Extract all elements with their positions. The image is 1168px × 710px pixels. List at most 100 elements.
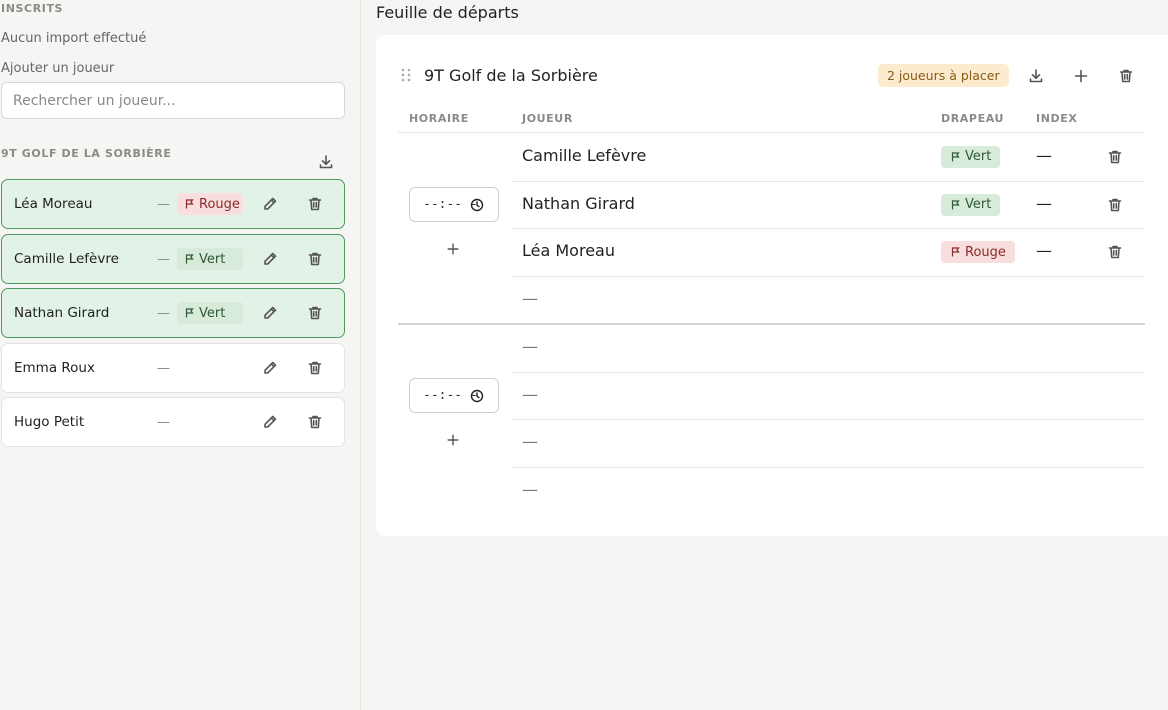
flag-icon	[185, 308, 194, 318]
player-index: —	[157, 360, 170, 376]
delete-course-button[interactable]	[1114, 64, 1138, 88]
flag-icon	[185, 254, 194, 264]
search-player-input[interactable]	[1, 82, 345, 119]
remove-from-slot-button[interactable]	[1103, 240, 1127, 264]
flag-badge: Rouge	[941, 241, 1015, 264]
edit-player-button[interactable]	[258, 247, 282, 271]
flag-label: Vert	[199, 305, 226, 321]
trash-icon	[1108, 198, 1122, 211]
flag-icon	[951, 199, 960, 210]
empty-slot[interactable]: —	[522, 385, 538, 404]
player-name: Emma Roux	[14, 360, 95, 376]
row-divider	[512, 180, 1145, 182]
plus-icon	[1074, 69, 1088, 83]
add-player-slot-button[interactable]	[442, 429, 464, 451]
inscrits-title: INSCRITS	[1, 2, 64, 15]
slot-player-name: Léa Moreau	[522, 241, 615, 261]
download-icon	[319, 155, 333, 169]
delete-player-button[interactable]	[303, 410, 327, 434]
player-index: —	[157, 414, 170, 430]
to-place-badge: 2 joueurs à placer	[878, 64, 1009, 87]
row-divider	[512, 228, 1145, 230]
flag-icon	[185, 199, 194, 209]
player-card[interactable]: Hugo Petit —	[1, 397, 345, 447]
remove-from-slot-button[interactable]	[1103, 193, 1127, 217]
plus-icon	[447, 243, 459, 255]
player-card[interactable]: Léa Moreau — Rouge	[1, 179, 345, 229]
player-name: Nathan Girard	[14, 305, 110, 321]
flag-label: Vert	[965, 149, 992, 165]
player-name: Léa Moreau	[14, 196, 93, 212]
delete-player-button[interactable]	[303, 356, 327, 380]
import-status: Aucun import effectué	[1, 31, 147, 46]
trash-icon	[308, 306, 322, 320]
col-index: INDEX	[1036, 112, 1078, 125]
pencil-icon	[264, 252, 277, 265]
pencil-icon	[264, 361, 277, 374]
player-name: Camille Lefèvre	[14, 251, 119, 267]
trash-icon	[1119, 69, 1133, 83]
trash-icon	[308, 361, 322, 375]
pencil-icon	[264, 197, 277, 210]
player-card[interactable]: Emma Roux —	[1, 343, 345, 393]
player-card[interactable]: Camille Lefèvre — Vert	[1, 234, 345, 284]
player-index: —	[157, 196, 170, 212]
empty-slot[interactable]: —	[522, 337, 538, 356]
header-divider	[398, 132, 1145, 133]
row-divider	[512, 276, 1145, 278]
add-player-label: Ajouter un joueur	[1, 61, 115, 76]
flag-badge: Vert	[941, 145, 1001, 168]
page-title: Feuille de départs	[376, 3, 519, 22]
edit-player-button[interactable]	[258, 192, 282, 216]
clock-icon[interactable]	[470, 198, 484, 212]
pencil-icon	[264, 306, 277, 319]
delete-player-button[interactable]	[303, 192, 327, 216]
pencil-icon	[264, 415, 277, 428]
trash-icon	[1108, 150, 1122, 164]
slot-player-index: —	[1036, 193, 1052, 213]
slot-player-index: —	[1036, 241, 1052, 261]
add-player-slot-button[interactable]	[442, 238, 464, 260]
player-card[interactable]: Nathan Girard — Vert	[1, 288, 345, 338]
flag-label: Rouge	[965, 244, 1006, 260]
course-name: 9T Golf de la Sorbière	[424, 66, 598, 85]
remove-from-slot-button[interactable]	[1103, 145, 1127, 169]
course-download-button[interactable]	[1024, 64, 1048, 88]
sidebar: INSCRITS Aucun import effectué Ajouter u…	[0, 0, 361, 710]
start-sheet-panel: 9T Golf de la Sorbière 2 joueurs à place…	[376, 35, 1168, 536]
player-index: —	[157, 251, 170, 267]
add-group-button[interactable]	[1069, 64, 1093, 88]
player-index: —	[157, 305, 170, 321]
flag-label: Vert	[199, 251, 226, 267]
row-divider	[512, 467, 1145, 469]
empty-slot[interactable]: —	[522, 480, 538, 499]
trash-icon	[308, 252, 322, 266]
flag-label: Vert	[965, 197, 992, 213]
delete-player-button[interactable]	[303, 301, 327, 325]
slot-player-index: —	[1036, 145, 1052, 165]
row-divider	[512, 371, 1145, 373]
edit-player-button[interactable]	[258, 356, 282, 380]
clock-icon[interactable]	[470, 389, 484, 403]
drag-handle-icon[interactable]	[400, 67, 412, 83]
group-download-button[interactable]	[314, 151, 338, 173]
player-name: Hugo Petit	[14, 414, 85, 430]
flag-badge: Vert	[941, 193, 1001, 216]
slot-player-name: Nathan Girard	[522, 193, 635, 213]
edit-player-button[interactable]	[258, 301, 282, 325]
empty-slot[interactable]: —	[522, 289, 538, 308]
flag-icon	[951, 152, 960, 162]
flag-label: Rouge	[199, 196, 240, 212]
trash-icon	[308, 415, 322, 429]
col-drapeau: DRAPEAU	[941, 112, 1004, 125]
trash-icon	[1108, 245, 1122, 259]
download-icon	[1029, 69, 1043, 83]
edit-player-button[interactable]	[258, 410, 282, 434]
slot-player-name: Camille Lefèvre	[522, 145, 647, 165]
tee-time-input[interactable]: --:-- -	[409, 378, 499, 413]
flag-icon	[951, 247, 960, 257]
empty-slot[interactable]: —	[522, 432, 538, 451]
col-joueur: JOUEUR	[522, 112, 573, 125]
delete-player-button[interactable]	[303, 247, 327, 271]
tee-time-input[interactable]: --:-- -	[409, 187, 499, 222]
